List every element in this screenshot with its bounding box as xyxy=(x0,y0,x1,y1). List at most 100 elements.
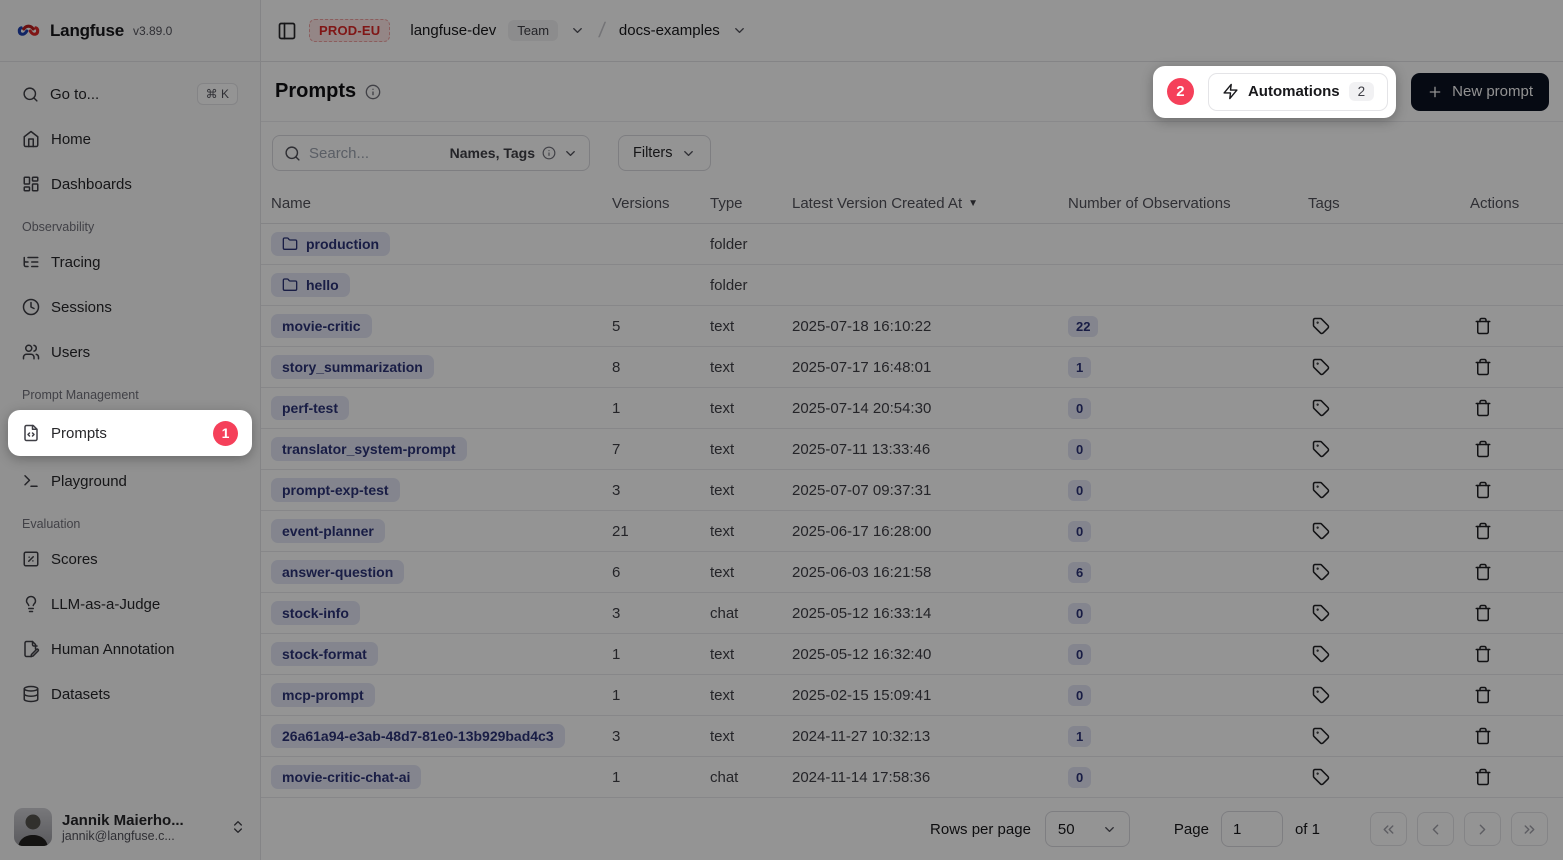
user-menu[interactable]: Jannik Maierho... jannik@langfuse.c... xyxy=(0,794,260,860)
type-cell: text xyxy=(700,359,782,376)
prompt-name-badge[interactable]: story_summarization xyxy=(271,355,434,379)
trash-icon[interactable] xyxy=(1470,645,1492,663)
org-chevron-down-icon[interactable] xyxy=(570,23,585,38)
latest-version-cell: 2025-07-17 16:48:01 xyxy=(782,359,1058,376)
prompt-name-badge[interactable]: prompt-exp-test xyxy=(271,478,400,502)
prompt-row[interactable]: mcp-prompt1text2025-02-15 15:09:410 xyxy=(261,675,1563,716)
prompt-name-badge[interactable]: 26a61a94-e3ab-48d7-81e0-13b929bad4c3 xyxy=(271,724,565,748)
tag-icon[interactable] xyxy=(1308,645,1330,663)
prompt-name-badge[interactable]: mcp-prompt xyxy=(271,683,375,707)
sidebar-item-home[interactable]: Home xyxy=(12,119,248,159)
first-page-button[interactable] xyxy=(1370,812,1407,846)
prompt-name-badge[interactable]: stock-info xyxy=(271,601,360,625)
column-header[interactable]: Number of Observations xyxy=(1058,195,1298,212)
prompt-name-badge[interactable]: movie-critic-chat-ai xyxy=(271,765,421,789)
search-scope-dropdown[interactable]: Names, Tags xyxy=(450,145,578,161)
prompt-name-badge[interactable]: movie-critic xyxy=(271,314,372,338)
trash-icon[interactable] xyxy=(1470,604,1492,622)
prompt-name-badge[interactable]: production xyxy=(271,232,390,256)
prompt-name-badge[interactable]: translator_system-prompt xyxy=(271,437,467,461)
project-chevron-down-icon[interactable] xyxy=(732,23,747,38)
next-page-button[interactable] xyxy=(1464,812,1501,846)
column-header[interactable]: Type xyxy=(700,195,782,212)
project-name[interactable]: docs-examples xyxy=(619,22,720,39)
sidebar-item-annotation[interactable]: Human Annotation xyxy=(12,629,248,669)
tag-icon[interactable] xyxy=(1308,604,1330,622)
sidebar-item-users[interactable]: Users xyxy=(12,332,248,372)
observations-count-badge: 0 xyxy=(1068,521,1091,542)
last-page-button[interactable] xyxy=(1511,812,1548,846)
trash-icon[interactable] xyxy=(1470,481,1492,499)
column-header[interactable]: Actions xyxy=(1460,195,1563,212)
prompt-row[interactable]: stock-format1text2025-05-12 16:32:400 xyxy=(261,634,1563,675)
trash-icon[interactable] xyxy=(1470,358,1492,376)
column-header[interactable]: Versions xyxy=(602,195,700,212)
column-header[interactable]: Tags xyxy=(1298,195,1460,212)
prompt-row[interactable]: event-planner21text2025-06-17 16:28:000 xyxy=(261,511,1563,552)
filter-toolbar: Names, Tags Filters xyxy=(261,122,1563,184)
column-header[interactable]: Latest Version Created At▼ xyxy=(782,195,1058,212)
chevrons-up-down-icon[interactable] xyxy=(230,819,246,835)
tag-icon[interactable] xyxy=(1308,522,1330,540)
sidebar-item-prompts[interactable]: Prompts1 xyxy=(12,413,248,453)
automations-button[interactable]: Automations 2 xyxy=(1208,73,1388,111)
sidebar-item-goto[interactable]: Go to... ⌘ K xyxy=(12,74,248,114)
sidebar-item-scores[interactable]: Scores xyxy=(12,539,248,579)
sidebar-item-playground[interactable]: Playground xyxy=(12,461,248,501)
sidebar-item-tracing[interactable]: Tracing xyxy=(12,242,248,282)
new-prompt-button[interactable]: New prompt xyxy=(1411,73,1549,111)
prompt-row[interactable]: 26a61a94-e3ab-48d7-81e0-13b929bad4c33tex… xyxy=(261,716,1563,757)
trash-icon[interactable] xyxy=(1470,522,1492,540)
tag-icon[interactable] xyxy=(1308,317,1330,335)
type-cell: chat xyxy=(700,605,782,622)
org-name[interactable]: langfuse-dev xyxy=(410,22,496,39)
tag-icon[interactable] xyxy=(1308,440,1330,458)
trash-icon[interactable] xyxy=(1470,686,1492,704)
tag-icon[interactable] xyxy=(1308,399,1330,417)
prompt-name-badge[interactable]: event-planner xyxy=(271,519,385,543)
type-cell: text xyxy=(700,400,782,417)
column-header[interactable]: Name xyxy=(261,195,602,212)
trash-icon[interactable] xyxy=(1470,727,1492,745)
users-icon xyxy=(22,343,40,361)
sidebar-item-dashboards[interactable]: Dashboards xyxy=(12,164,248,204)
prompt-row[interactable]: hellofolder xyxy=(261,265,1563,306)
prompt-name-badge[interactable]: stock-format xyxy=(271,642,378,666)
trash-icon[interactable] xyxy=(1470,440,1492,458)
prompt-row[interactable]: answer-question6text2025-06-03 16:21:586 xyxy=(261,552,1563,593)
prompt-row[interactable]: stock-info3chat2025-05-12 16:33:140 xyxy=(261,593,1563,634)
tag-icon[interactable] xyxy=(1308,768,1330,786)
trash-icon[interactable] xyxy=(1470,399,1492,417)
prompt-name-badge[interactable]: hello xyxy=(271,273,350,297)
prompt-row[interactable]: movie-critic-chat-ai1chat2024-11-14 17:5… xyxy=(261,757,1563,798)
sidebar-item-datasets[interactable]: Datasets xyxy=(12,674,248,714)
trash-icon[interactable] xyxy=(1470,768,1492,786)
versions-cell: 7 xyxy=(602,441,700,458)
sidebar-item-judge[interactable]: LLM-as-a-Judge xyxy=(12,584,248,624)
search-input[interactable] xyxy=(309,145,442,162)
tag-icon[interactable] xyxy=(1308,358,1330,376)
prompt-row[interactable]: story_summarization8text2025-07-17 16:48… xyxy=(261,347,1563,388)
prompt-row[interactable]: prompt-exp-test3text2025-07-07 09:37:310 xyxy=(261,470,1563,511)
prompt-row[interactable]: translator_system-prompt7text2025-07-11 … xyxy=(261,429,1563,470)
trash-icon[interactable] xyxy=(1470,317,1492,335)
previous-page-button[interactable] xyxy=(1417,812,1454,846)
prompt-row[interactable]: movie-critic5text2025-07-18 16:10:2222 xyxy=(261,306,1563,347)
prompt-name-badge[interactable]: perf-test xyxy=(271,396,349,420)
prompt-row[interactable]: productionfolder xyxy=(261,224,1563,265)
prompt-name-badge[interactable]: answer-question xyxy=(271,560,404,584)
trash-icon[interactable] xyxy=(1470,563,1492,581)
tag-icon[interactable] xyxy=(1308,727,1330,745)
tag-icon[interactable] xyxy=(1308,481,1330,499)
chevron-down-icon xyxy=(681,146,696,161)
tag-icon[interactable] xyxy=(1308,563,1330,581)
sidebar-item-sessions[interactable]: Sessions xyxy=(12,287,248,327)
versions-cell: 1 xyxy=(602,646,700,663)
panel-left-icon[interactable] xyxy=(277,21,297,41)
info-icon[interactable] xyxy=(365,84,381,100)
filters-button[interactable]: Filters xyxy=(618,135,711,171)
rows-per-page-select[interactable]: 50 xyxy=(1045,811,1130,847)
prompt-row[interactable]: perf-test1text2025-07-14 20:54:300 xyxy=(261,388,1563,429)
page-number-input[interactable] xyxy=(1221,811,1283,847)
tag-icon[interactable] xyxy=(1308,686,1330,704)
